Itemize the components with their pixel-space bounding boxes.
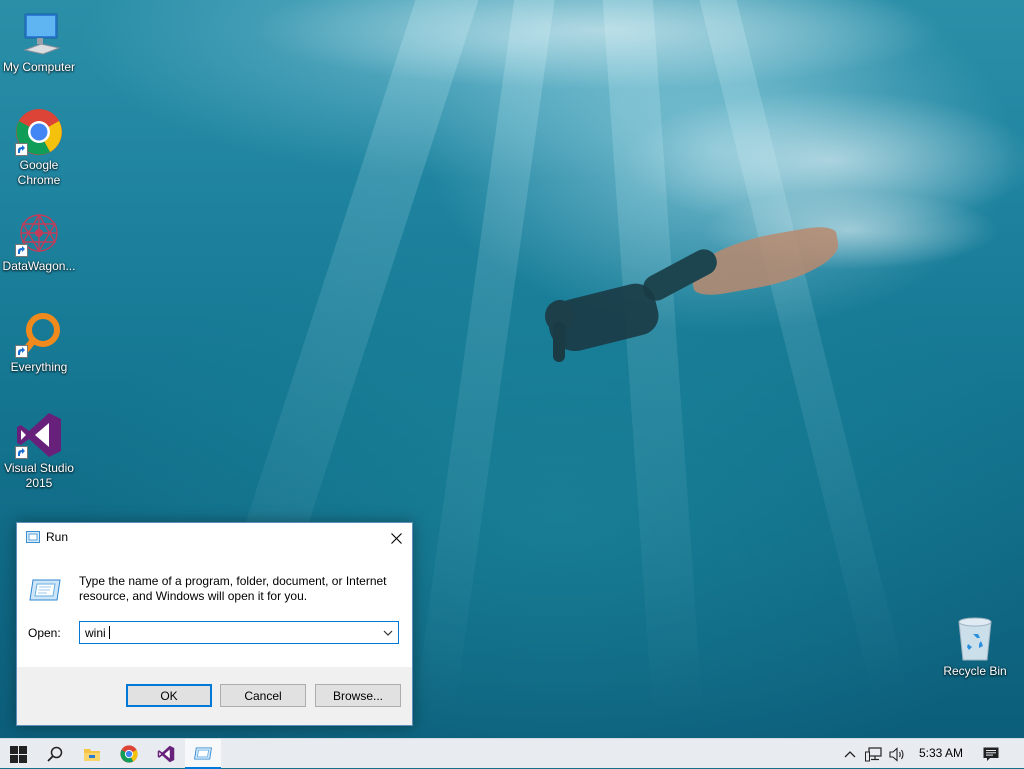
open-input[interactable] <box>80 622 375 643</box>
taskbar-file-explorer[interactable] <box>74 739 110 769</box>
desktop-icon-everything[interactable]: Everything <box>1 310 77 375</box>
shortcut-arrow-icon <box>15 446 28 459</box>
computer-icon <box>15 10 63 58</box>
close-icon <box>390 532 402 544</box>
start-icon <box>9 745 27 763</box>
desktop-icon-label: DataWagon... <box>2 259 76 273</box>
desktop-icon-label: Everything <box>10 360 68 374</box>
search-icon <box>47 746 63 762</box>
shortcut-arrow-icon <box>15 345 28 358</box>
desktop-icon-label: My Computer <box>2 60 76 74</box>
run-icon <box>194 746 212 760</box>
visual-studio-icon <box>157 745 175 763</box>
desktop-icon-google-chrome[interactable]: Google Chrome <box>1 108 77 188</box>
chevron-down-icon[interactable] <box>381 626 395 640</box>
open-combobox[interactable] <box>79 621 399 644</box>
taskbar-chrome[interactable] <box>111 739 147 769</box>
shortcut-arrow-icon <box>15 143 28 156</box>
visual-studio-icon <box>15 411 63 459</box>
speaker-icon <box>888 746 904 762</box>
ok-button[interactable]: OK <box>126 684 212 707</box>
file-explorer-icon <box>84 749 100 761</box>
browse-button[interactable]: Browse... <box>315 684 401 707</box>
chevron-up-icon <box>844 751 856 758</box>
recycle-bin-icon <box>951 614 999 662</box>
taskbar: 5:33 AM <box>0 738 1024 769</box>
desktop-icon-my-computer[interactable]: My Computer <box>1 10 77 75</box>
network-button[interactable] <box>862 739 884 769</box>
desktop-icon-visual-studio-2015[interactable]: Visual Studio 2015 <box>1 411 77 491</box>
shortcut-arrow-icon <box>15 244 28 257</box>
wallpaper-diver-arm <box>553 322 565 362</box>
run-dialog-titlebar[interactable]: Run <box>17 523 412 553</box>
notification-icon <box>983 747 999 761</box>
chrome-icon <box>15 108 63 156</box>
text-caret <box>109 626 110 639</box>
desktop-icon-label: Recycle Bin <box>943 664 1007 678</box>
volume-button[interactable] <box>886 739 908 769</box>
desktop-icon-recycle-bin[interactable]: Recycle Bin <box>937 614 1013 679</box>
desktop-icon-datawagon[interactable]: DataWagon... <box>1 209 77 274</box>
search-button[interactable] <box>37 739 73 769</box>
cancel-button[interactable]: Cancel <box>220 684 306 707</box>
chrome-icon <box>120 745 138 763</box>
run-dialog[interactable]: Run Type the name of a program, folder, … <box>16 522 413 726</box>
taskbar-visual-studio[interactable] <box>148 739 184 769</box>
action-center-button[interactable] <box>978 739 1004 769</box>
network-icon <box>864 746 882 761</box>
open-label: Open: <box>28 626 61 640</box>
taskbar-run[interactable] <box>185 739 221 769</box>
desktop-icon-label: Google Chrome <box>17 158 61 187</box>
run-icon <box>26 531 40 546</box>
start-button[interactable] <box>0 739 36 769</box>
run-program-icon <box>29 579 61 604</box>
everything-icon <box>15 310 63 358</box>
close-button[interactable] <box>380 523 412 553</box>
run-dialog-title: Run <box>46 530 69 544</box>
show-hidden-icons-button[interactable] <box>840 739 860 769</box>
desktop-icon-label: Visual Studio 2015 <box>4 461 74 490</box>
wallpaper-foam <box>250 0 950 90</box>
datawagon-icon <box>15 209 63 257</box>
run-description: Type the name of a program, folder, docu… <box>79 574 387 603</box>
taskbar-clock[interactable]: 5:33 AM <box>912 739 970 769</box>
